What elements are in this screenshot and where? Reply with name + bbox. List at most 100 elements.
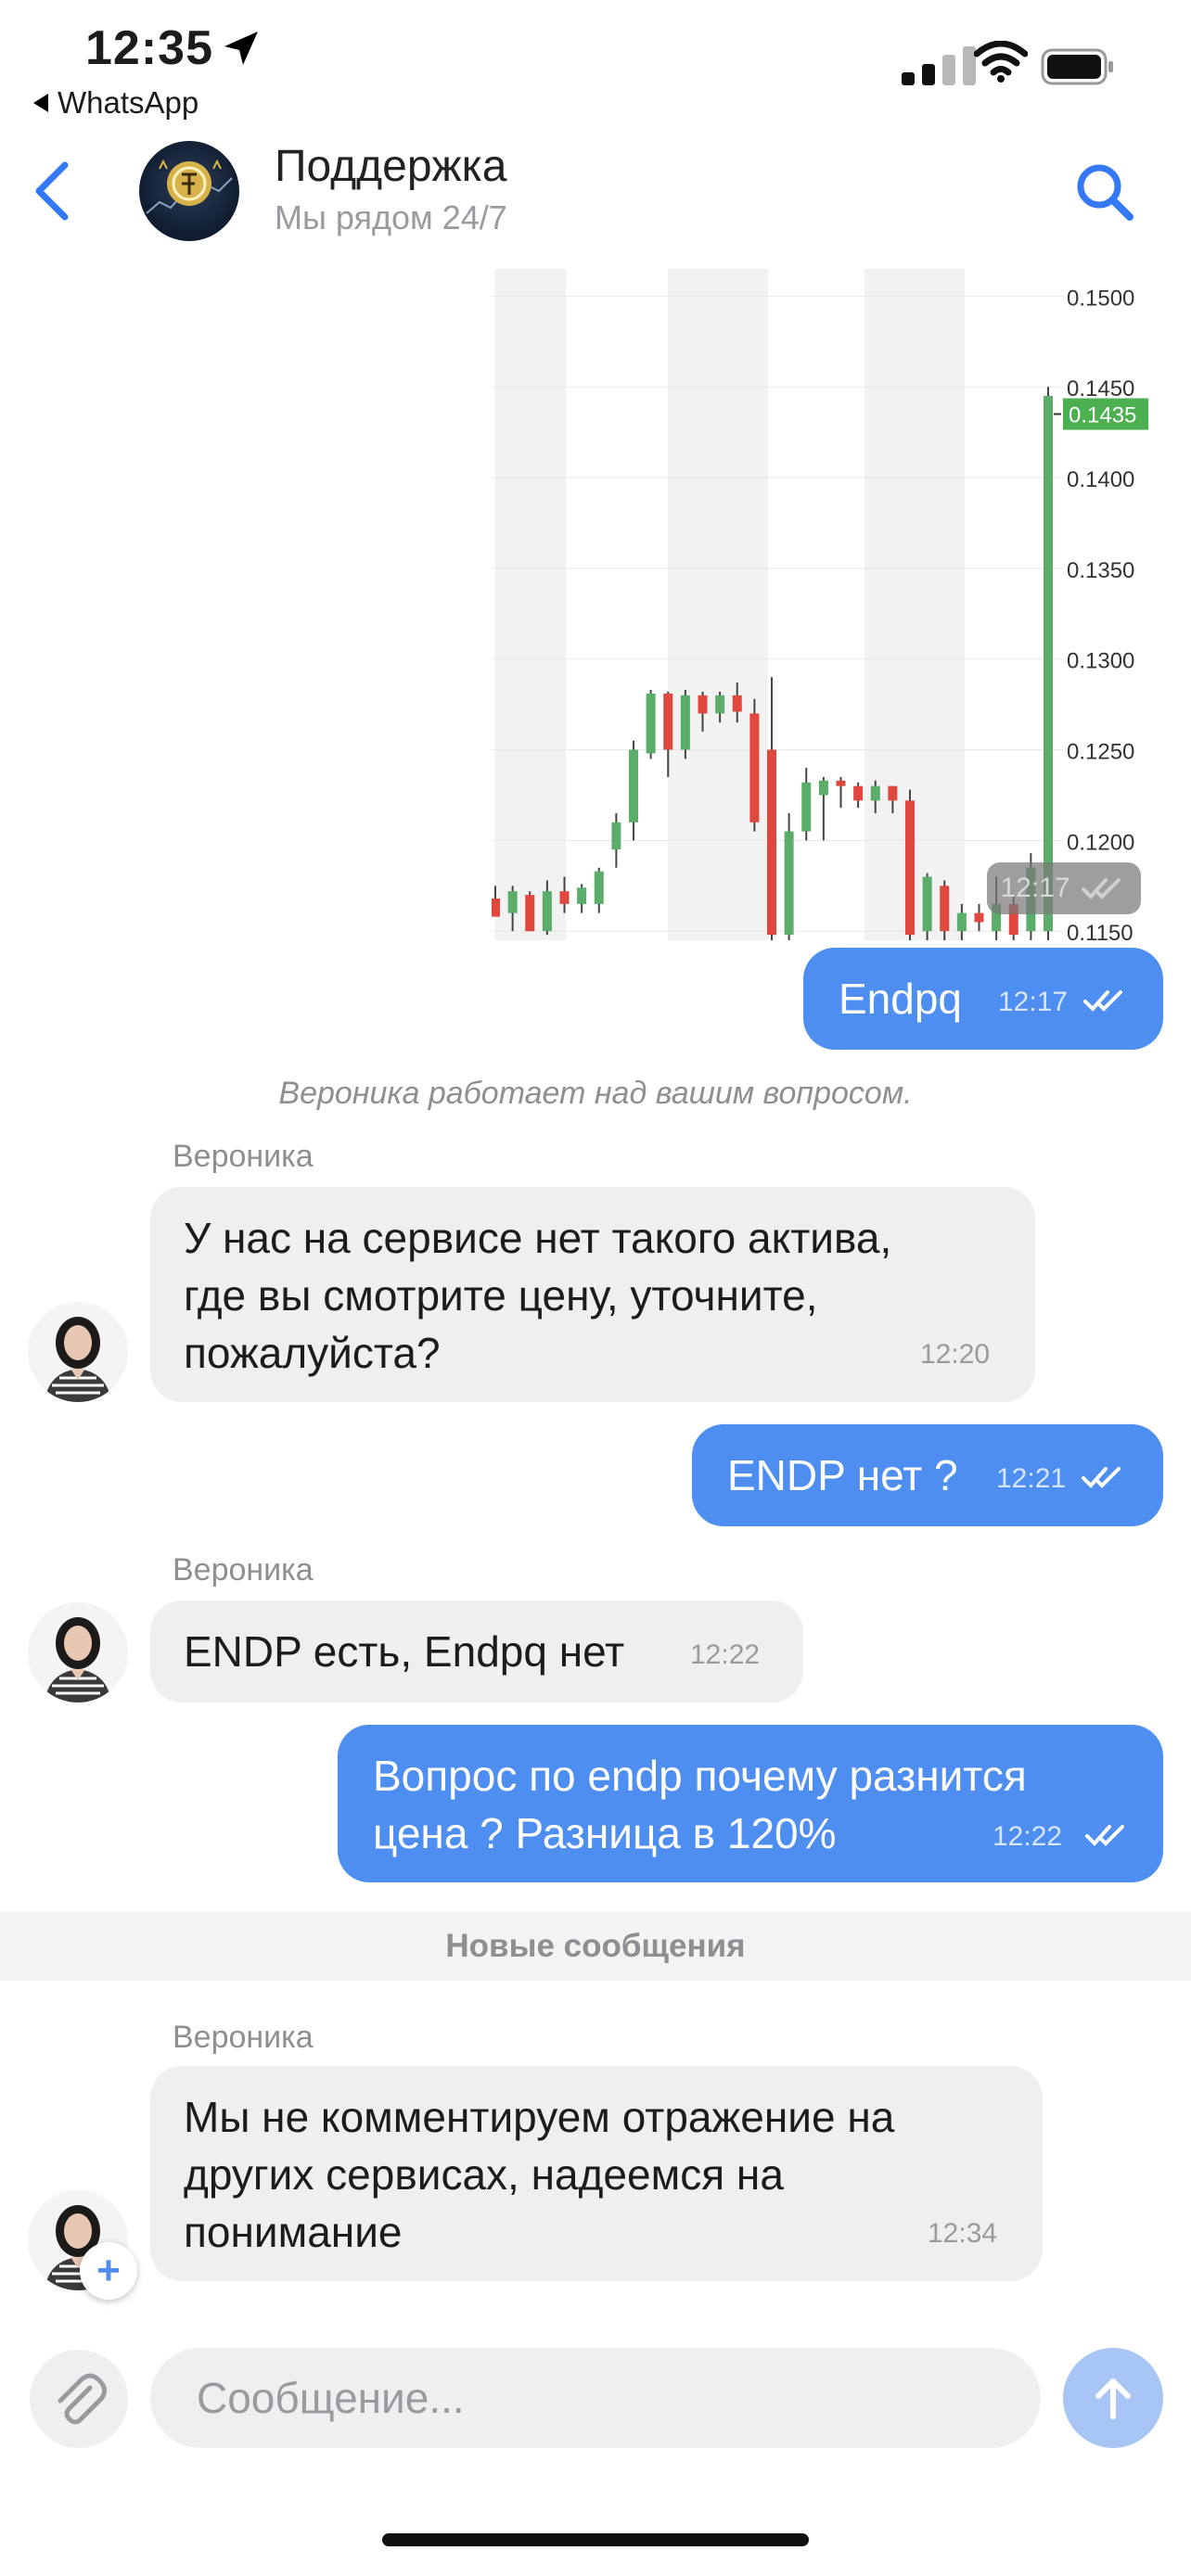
chart-candle-body: [629, 749, 638, 823]
chart-candle-body: [577, 887, 587, 904]
message-text: ENDP есть, Endpq нет: [184, 1627, 625, 1676]
chart-candle-body: [715, 695, 725, 714]
chart-candle-body: [732, 695, 742, 712]
operator-photo-icon: [28, 1302, 128, 1402]
message-text: Мы не комментируем отражение на других с…: [184, 2088, 894, 2261]
support-logo-icon: [146, 159, 233, 214]
chart-candle-body: [507, 891, 518, 913]
chart-candle-body: [905, 800, 915, 936]
back-to-app-link[interactable]: WhatsApp: [33, 85, 198, 121]
new-messages-divider: Новые сообщения: [0, 1912, 1191, 1981]
system-note: Вероника работает над вашим вопросом.: [278, 1076, 913, 1111]
message-time: 12:20: [920, 1339, 991, 1370]
chart-candle-body: [680, 695, 690, 750]
chart-candle-body: [888, 785, 898, 801]
read-ticks-icon: [1082, 1467, 1121, 1488]
chart-session-band: [495, 269, 566, 940]
sender-name: Вероника: [173, 2020, 314, 2055]
message-input-placeholder: Сообщение...: [197, 2374, 465, 2422]
chart-y-tick-label: 0.1250: [1067, 740, 1134, 765]
search-icon[interactable]: [1072, 159, 1137, 224]
read-ticks-icon: [1081, 878, 1121, 899]
message-text: Вопрос по endp почему разнится цена ? Ра…: [373, 1747, 1027, 1862]
location-arrow-icon: [224, 32, 258, 65]
message-line: цена ? Разница в 120%: [373, 1809, 837, 1857]
chart-candle-body: [749, 713, 760, 823]
home-indicator: [382, 2533, 809, 2546]
sender-name: Вероника: [173, 1139, 314, 1174]
back-chevron-icon[interactable]: [28, 158, 80, 224]
chart-candle-body: [559, 891, 570, 904]
message-line: других сервисах, надеемся на: [184, 2150, 784, 2199]
operator-avatar[interactable]: [28, 1302, 128, 1402]
chart-candle-body: [818, 780, 828, 796]
message-line: Вопрос по endp почему разнится: [373, 1752, 1027, 1800]
chart-image-message[interactable]: 0.1500 0.1450 0.1400 0.1350 0.1300 0.1250 0.12…: [492, 269, 1178, 940]
message-line: пожалуйста?: [184, 1329, 441, 1377]
read-ticks-icon: [1083, 990, 1122, 1012]
message-line: Мы не комментируем отражение на: [184, 2093, 895, 2141]
message-time: 12:34: [928, 2218, 998, 2249]
message-bubble-outgoing[interactable]: Вопрос по endp почему разнится цена ? Ра…: [338, 1725, 1163, 1882]
chart-y-tick-label: 0.1400: [1067, 467, 1134, 492]
send-button[interactable]: [1063, 2348, 1163, 2448]
chart-message-time-badge: 12:17: [987, 862, 1141, 914]
chart-y-tick-label: 0.1150: [1067, 921, 1133, 940]
message-line: У нас на сервисе нет такого актива,: [184, 1214, 892, 1262]
wifi-icon: [974, 41, 1028, 83]
message-bubble-outgoing[interactable]: ENDP нет ? 12:21: [692, 1424, 1163, 1526]
chart-candle-body: [853, 785, 864, 801]
chart-candle-body: [1044, 395, 1053, 932]
chart-candle-body: [492, 898, 500, 917]
back-app-label: WhatsApp: [58, 85, 199, 120]
chart-candle-body: [801, 782, 812, 832]
chart-candle-body: [698, 695, 708, 714]
chart-y-tick-label: 0.1450: [1067, 376, 1134, 402]
chart-candle-body: [594, 871, 604, 904]
back-triangle-icon: [33, 94, 48, 112]
chart-y-tick-label: 0.1500: [1067, 286, 1134, 311]
read-ticks-icon: [1085, 1825, 1124, 1846]
message-line: где вы смотрите цену, уточните,: [184, 1271, 818, 1320]
operator-avatar[interactable]: [28, 1602, 128, 1702]
message-time: 12:22: [690, 1639, 761, 1670]
message-bubble-incoming[interactable]: Мы не комментируем отражение на других с…: [150, 2066, 1043, 2281]
support-avatar[interactable]: [139, 141, 239, 241]
message-text: Endpq: [839, 975, 963, 1023]
chart-candle-body: [525, 895, 535, 932]
message-text: ENDP нет ?: [727, 1451, 958, 1499]
message-time: 12:21: [996, 1463, 1067, 1494]
chart-candle-body: [542, 891, 552, 932]
signal-icon: [902, 46, 976, 85]
chart-candle-body: [940, 886, 950, 932]
chart-candle-body: [836, 780, 846, 786]
chart-y-tick-label: 0.1200: [1067, 830, 1134, 855]
chart-candle-body: [870, 785, 880, 801]
new-messages-label: Новые сообщения: [445, 1928, 746, 1964]
message-line: понимание: [184, 2208, 403, 2256]
sender-name: Вероника: [173, 1552, 314, 1588]
chart-last-price-label: 0.1435: [1069, 403, 1136, 428]
message-bubble-incoming[interactable]: У нас на сервисе нет такого актива, где …: [150, 1187, 1035, 1402]
message-input[interactable]: Сообщение...: [150, 2348, 1041, 2448]
message-bubble-incoming[interactable]: ENDP есть, Endpq нет 12:22: [150, 1600, 803, 1702]
chat-title: Поддержка: [275, 142, 507, 191]
chart-candle-body: [974, 912, 984, 923]
message-bubble-outgoing[interactable]: Endpq 12:17: [803, 948, 1163, 1050]
chat-subtitle: Мы рядом 24/7: [275, 198, 507, 236]
chart-candle-body: [767, 749, 776, 936]
chart-session-band: [668, 269, 768, 940]
message-time: 12:17: [998, 987, 1069, 1017]
message-text: У нас на сервисе нет такого актива, где …: [184, 1209, 891, 1382]
operator-photo-icon: [28, 1602, 128, 1702]
chart-message-time: 12:17: [1000, 873, 1070, 903]
attach-button[interactable]: [30, 2350, 128, 2448]
chart-candle-body: [956, 912, 967, 932]
candlestick-chart: 0.1500 0.1450 0.1400 0.1350 0.1300 0.1250 0.12…: [492, 269, 1178, 940]
plus-icon[interactable]: +: [80, 2242, 137, 2300]
chart-candle-body: [922, 876, 932, 932]
send-arrow-icon: [1095, 2378, 1131, 2419]
chart-y-tick-label: 0.1350: [1067, 558, 1134, 583]
status-time: 12:35: [85, 21, 213, 75]
chart-candle-body: [611, 822, 621, 850]
